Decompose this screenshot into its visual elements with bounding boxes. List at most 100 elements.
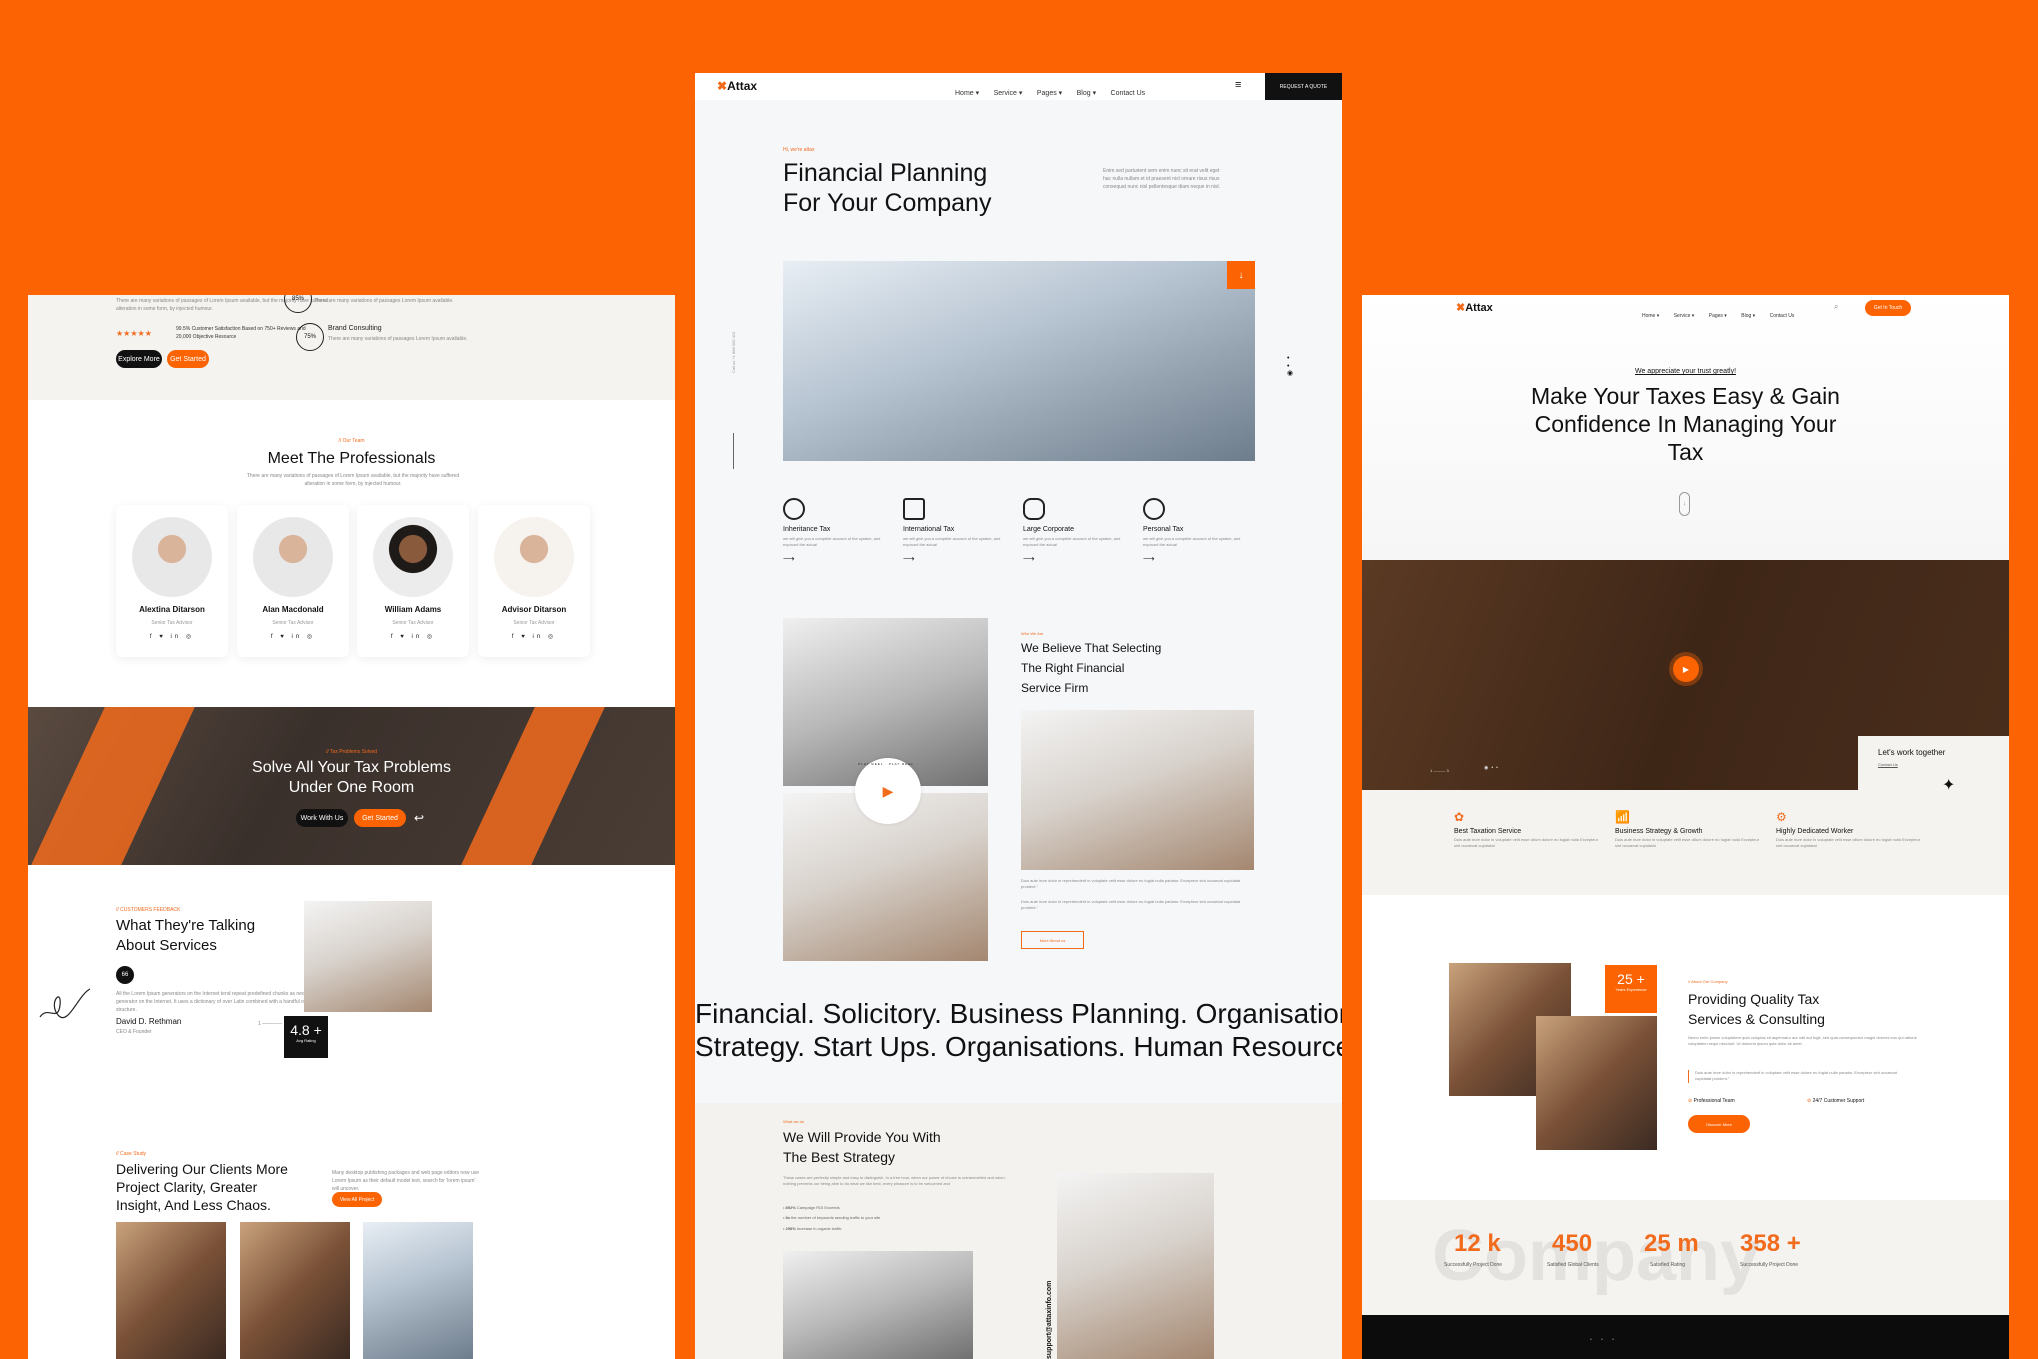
nav-service[interactable]: Service ▾: [1674, 313, 1695, 319]
team-card[interactable]: Advisor Ditarson Senior Tax Advisor f ♥ …: [478, 505, 590, 657]
social-icons[interactable]: f ♥ in ◎: [478, 633, 590, 640]
left-page-preview: There are many variations of passages of…: [28, 295, 675, 1359]
play-reel-text: PLAY REEL · PLAY REEL ·: [858, 762, 918, 766]
more-about-us-button[interactable]: More About us: [1021, 931, 1084, 949]
case-photo-2[interactable]: [240, 1222, 350, 1359]
social-icons[interactable]: f ♥ in ◎: [237, 633, 349, 640]
logo-icon: ✖: [1456, 302, 1466, 314]
menu-icon[interactable]: ≡: [1235, 79, 1241, 91]
bullet-text: Campaign ROI Exceeds: [795, 1205, 840, 1210]
about-photo-2: [1536, 1016, 1657, 1150]
work-with-us-button[interactable]: Work With Us: [296, 809, 348, 827]
support-email[interactable]: support@attaxinfo.com: [1046, 1281, 1053, 1359]
social-icons[interactable]: f ♥ in ◎: [357, 633, 469, 640]
stats-section: Company 12 k Successfully Project Done 4…: [1362, 1200, 2009, 1315]
arrow-right-icon[interactable]: ⟶: [903, 554, 914, 563]
member-name: Advisor Ditarson: [501, 605, 567, 614]
scroll-mouse-icon[interactable]: ↓: [1679, 492, 1690, 516]
nav-service[interactable]: Service ▾: [994, 90, 1023, 97]
who-title-line2: The Right Financial: [1021, 661, 1125, 675]
arrow-right-icon[interactable]: ⟶: [1023, 554, 1034, 563]
cta-get-started-button[interactable]: Get Started: [354, 809, 406, 827]
play-video-button[interactable]: ▶: [1673, 656, 1699, 682]
search-icon[interactable]: ⌕: [1834, 302, 1838, 312]
discover-more-button[interactable]: Discover More: [1688, 1115, 1750, 1133]
bullet-item: • 892% Campaign ROI Exceeds: [783, 1205, 840, 1210]
nav-blog[interactable]: Blog ▾: [1741, 313, 1755, 319]
service-title: Personal Tax: [1143, 526, 1184, 533]
rating-badge: 4.8 + Avg Rating: [284, 1016, 328, 1058]
nav-pages[interactable]: Pages ▾: [1037, 90, 1062, 97]
testimonial-photo: [304, 901, 432, 1012]
years-label: Years Experience: [1615, 987, 1647, 992]
quote-icon: 66: [116, 966, 134, 984]
case-photo-1[interactable]: [116, 1222, 226, 1359]
slider-dots[interactable]: • • ◉: [1287, 355, 1293, 378]
play-reel-button[interactable]: ▶ PLAY REEL · PLAY REEL ·: [855, 758, 921, 824]
hero-title-line2: Confidence In Managing Your: [1534, 411, 1837, 437]
nav-home[interactable]: Home ▾: [955, 90, 979, 97]
about-eyebrow: // About Our Company: [1688, 979, 1728, 984]
nav-contact[interactable]: Contact Us: [1111, 90, 1146, 97]
arrow-right-icon[interactable]: ⟶: [1143, 554, 1154, 563]
hero-desc: Enim sed parturient sem enim nunc sit er…: [1103, 168, 1221, 190]
video-dots[interactable]: ◉••: [1484, 765, 1501, 771]
cta-title-line1: Solve All Your Tax Problems: [252, 759, 451, 776]
arrow-right-icon[interactable]: ⟶: [783, 554, 794, 563]
call-us-text[interactable]: Call us +1 888 000 420: [731, 332, 736, 373]
nav-menu: Home ▾ Service ▾ Pages ▾ Blog ▾ Contact …: [1632, 304, 1794, 322]
case-title-line1: Delivering Our Clients More: [116, 1161, 288, 1177]
get-in-touch-button[interactable]: Get In Touch: [1865, 300, 1911, 316]
feature-title: Highly Dedicated Worker: [1776, 828, 1854, 835]
hero-section: ✖Attax Home ▾ Service ▾ Pages ▾ Blog ▾ C…: [1362, 295, 2009, 560]
satisfaction-text: 99.5% Customer Satisfaction Based on 750…: [176, 326, 306, 340]
brand-name: Attax: [1465, 302, 1493, 314]
get-started-button[interactable]: Get Started: [167, 350, 209, 368]
brand-logo[interactable]: ✖Attax: [717, 79, 757, 93]
member-role: Senior Tax Advisor: [513, 620, 555, 626]
lets-work-title: Let's work together: [1878, 748, 1946, 757]
nav-blog[interactable]: Blog ▾: [1077, 90, 1096, 97]
rating-stars: ★★★★★: [116, 329, 152, 338]
social-icons[interactable]: f ♥ in ◎: [116, 633, 228, 640]
team-card[interactable]: Alan Macdonald Senior Tax Advisor f ♥ in…: [237, 505, 349, 657]
member-name: William Adams: [384, 605, 442, 614]
hero-title-line1: Financial Planning: [783, 159, 988, 187]
hero-eyebrow: Hi, we're attax: [783, 147, 815, 153]
team-card[interactable]: William Adams Senior Tax Advisor f ♥ in …: [357, 505, 469, 657]
nav-pages[interactable]: Pages ▾: [1709, 313, 1727, 319]
brand-logo[interactable]: ✖Attax: [1456, 301, 1493, 314]
explore-more-button[interactable]: Explore More: [116, 350, 162, 368]
cta-banner: // Tax Problems Solved Solve All Your Ta…: [28, 707, 675, 865]
hero-title-line1: Make Your Taxes Easy & Gain: [1531, 383, 1840, 409]
service-desc: we will give you a complete account of t…: [783, 536, 881, 548]
case-photo-3[interactable]: [363, 1222, 473, 1359]
nav-contact[interactable]: Contact Us: [1770, 313, 1795, 319]
testimonial-pager[interactable]: 1 ———— 3: [258, 1021, 286, 1027]
contact-us-link[interactable]: Contact Us: [1878, 762, 1898, 767]
video-pager[interactable]: 1 ——— 3: [1430, 768, 1449, 773]
case-title-line3: Insight, And Less Chaos.: [116, 1197, 271, 1213]
check-icon: ⊘: [1807, 1098, 1812, 1104]
years-badge: 25 + Years Experience: [1605, 965, 1657, 1013]
testimonial-title-line1: What They're Talking: [116, 917, 256, 934]
who-title-line3: Service Firm: [1021, 681, 1089, 695]
check-label: Professional Team: [1693, 1098, 1735, 1104]
services-row: Inheritance Tax we will give you a compl…: [783, 498, 1263, 568]
who-paragraph-2: Duis aute irure dolor in reprehenderit i…: [1021, 899, 1241, 911]
scroll-down-button[interactable]: ↓: [1227, 261, 1255, 289]
team-card[interactable]: Alextina Ditarson Senior Tax Advisor f ♥…: [116, 505, 228, 657]
wwd-bullets: • 892% Campaign ROI Exceeds • 8x the num…: [783, 1203, 880, 1234]
view-all-project-button[interactable]: View All Project: [332, 1192, 382, 1207]
feature-title: Business Strategy & Growth: [1615, 828, 1703, 835]
testimonial-author: David D. Rethman: [116, 1017, 182, 1026]
pager-start: 1: [258, 1021, 261, 1027]
nav-home[interactable]: Home ▾: [1642, 313, 1659, 319]
check-label: 24/7 Customer Support: [1812, 1098, 1865, 1104]
check-professional-team: ⊘ Professional Team: [1688, 1098, 1735, 1104]
request-quote-button[interactable]: REQUEST A QUOTE: [1265, 73, 1342, 100]
about-strip: There are many variations of passages of…: [28, 295, 675, 400]
team-eyebrow: // Our Team: [338, 438, 365, 444]
presenter-photo: [783, 1251, 973, 1359]
hero-eyebrow: We appreciate your trust greatly!: [1634, 368, 1737, 375]
